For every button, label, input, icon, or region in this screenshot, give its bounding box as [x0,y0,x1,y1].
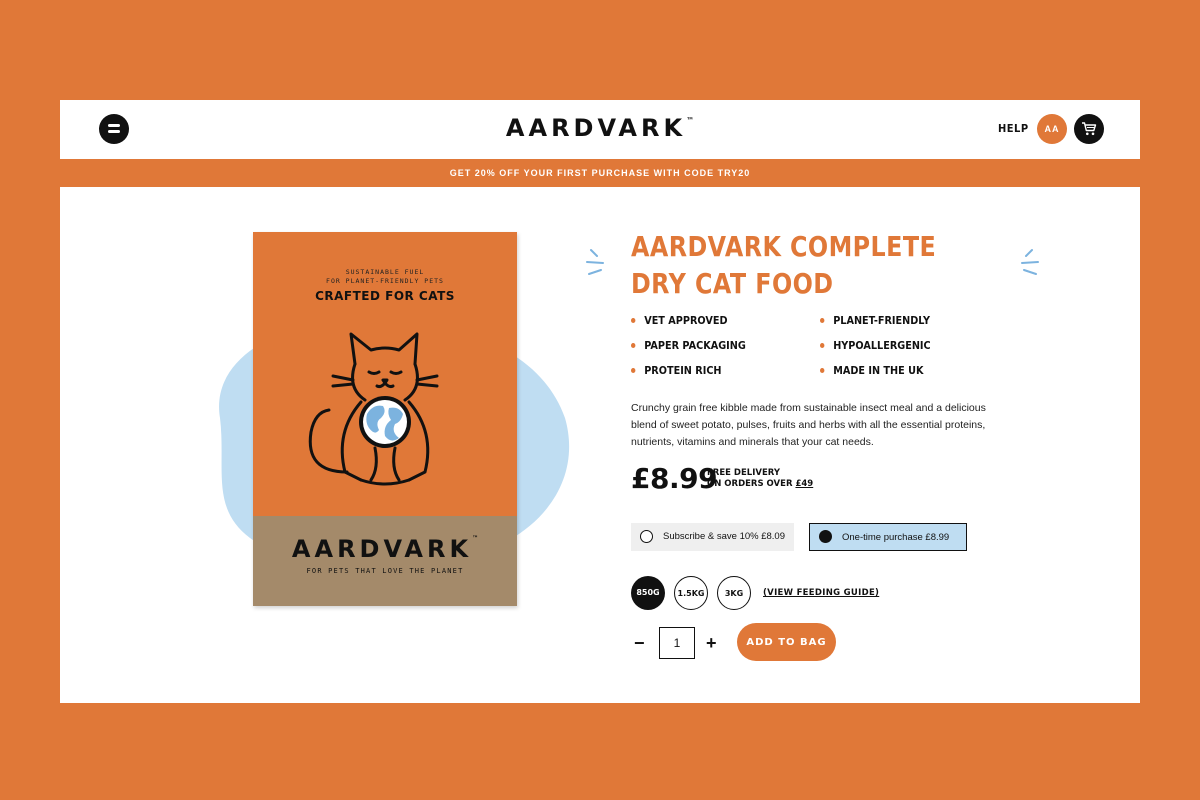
radio-selected-icon[interactable] [819,530,832,543]
feature-item: VET APPROVED [631,314,728,327]
bullet-icon [631,317,636,323]
feature-item: PLANET-FRIENDLY [820,314,930,327]
product-page: AARDVARK™ HELP AA GET 20% OFF YOUR FIRST… [60,100,1140,703]
accent-dashes-right [1021,249,1039,275]
feature-item: PAPER PACKAGING [631,339,746,352]
product-price: £8.99 [631,462,718,495]
bag-small-text: SUSTAINABLE FUEL FOR PLANET-FRIENDLY PET… [326,268,444,285]
quantity-increase-button[interactable]: + [706,633,717,654]
promo-banner: GET 20% OFF YOUR FIRST PURCHASE WITH COD… [60,159,1140,187]
delivery-info: FREE DELIVERY ON ORDERS OVER £49 [707,468,814,489]
bullet-icon [820,367,825,373]
feature-item: HYPOALLERGENIC [820,339,931,352]
one-time-purchase-option[interactable]: One-time purchase £8.99 [809,523,967,551]
add-to-bag-button[interactable]: ADD TO BAG [737,623,836,661]
subscribe-option-label: Subscribe & save 10% £8.09 [663,531,785,542]
hamburger-icon[interactable] [99,114,129,144]
bag-crafted-text: CRAFTED FOR CATS [315,289,455,303]
accent-dashes-left [586,249,604,275]
feeding-guide-link[interactable]: (VIEW FEEDING GUIDE) [763,588,879,598]
site-header: AARDVARK™ HELP AA [60,100,1140,159]
bullet-icon [820,342,825,348]
product-description: Crunchy grain free kibble made from sust… [631,402,986,448]
size-850g-button[interactable]: 850G [631,576,665,610]
cat-globe-illustration [308,332,439,486]
cart-icon [1082,122,1097,136]
help-link[interactable]: HELP [998,122,1029,135]
delivery-threshold: £49 [795,479,814,489]
cart-button[interactable] [1074,114,1104,144]
product-image: SUSTAINABLE FUEL FOR PLANET-FRIENDLY PET… [253,232,517,606]
feature-item: PROTEIN RICH [631,364,722,377]
feature-item: MADE IN THE UK [820,364,923,377]
size-3kg-button[interactable]: 3KG [717,576,751,610]
product-title: AARDVARK COMPLETE DRY CAT FOOD [631,230,937,300]
site-logo[interactable]: AARDVARK™ [440,114,760,142]
quantity-decrease-button[interactable]: − [634,633,645,654]
one-time-option-label: One-time purchase £8.99 [842,532,950,543]
bullet-icon [631,342,636,348]
bullet-icon [631,367,636,373]
bag-tagline: FOR PETS THAT LOVE THE PLANET [306,567,464,575]
quantity-input[interactable] [659,627,695,659]
radio-unselected-icon[interactable] [640,530,653,543]
subscribe-option[interactable]: Subscribe & save 10% £8.09 [631,523,794,551]
bag-brand-text: AARDVARK™ [291,535,479,563]
account-button[interactable]: AA [1037,114,1067,144]
bullet-icon [820,317,825,323]
size-1-5kg-button[interactable]: 1.5KG [674,576,708,610]
